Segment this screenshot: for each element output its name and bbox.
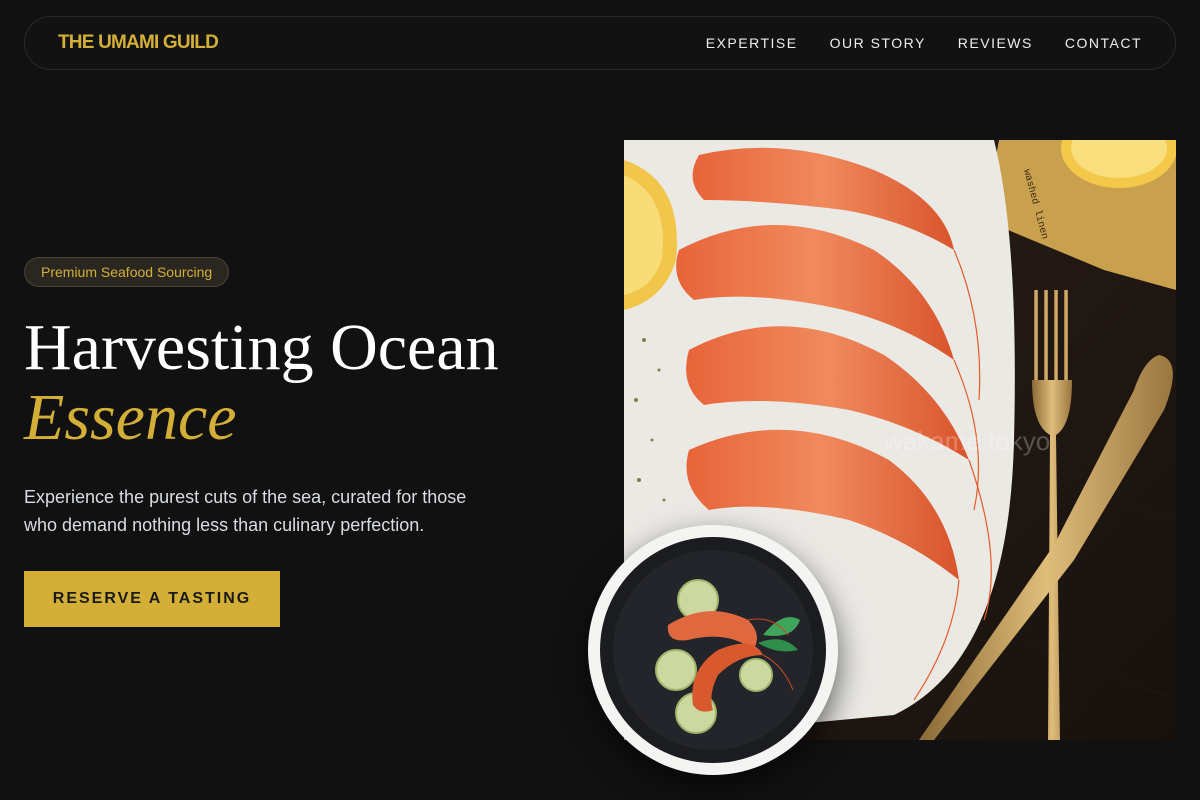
headline-line-2: Essence (24, 381, 237, 454)
reserve-tasting-button[interactable]: RESERVE A TASTING (24, 571, 280, 627)
hero-badge: Premium Seafood Sourcing (24, 257, 230, 287)
hero-description: Experience the purest cuts of the sea, c… (24, 487, 467, 535)
plated-shrimp-illustration (600, 537, 826, 763)
nav-links: EXPERTISE OUR STORY REVIEWS CONTACT (706, 35, 1142, 51)
brand-logo[interactable]: THE UMAMI GUILD (58, 32, 219, 54)
nav-link-reviews[interactable]: REVIEWS (958, 35, 1033, 51)
plated-shrimp-inset (588, 525, 838, 775)
nav-link-our-story[interactable]: OUR STORY (830, 35, 926, 51)
headline-line-1: Harvesting Ocean (24, 311, 499, 384)
hero-text: Premium Seafood Sourcing Harvesting Ocea… (24, 257, 584, 627)
top-navbar: THE UMAMI GUILD EXPERTISE OUR STORY REVI… (24, 16, 1176, 70)
hero-headline: Harvesting Ocean Essence (24, 313, 584, 453)
nav-link-contact[interactable]: CONTACT (1065, 35, 1142, 51)
nav-link-expertise[interactable]: EXPERTISE (706, 35, 798, 51)
image-watermark: wakame tokyo (883, 426, 1050, 456)
